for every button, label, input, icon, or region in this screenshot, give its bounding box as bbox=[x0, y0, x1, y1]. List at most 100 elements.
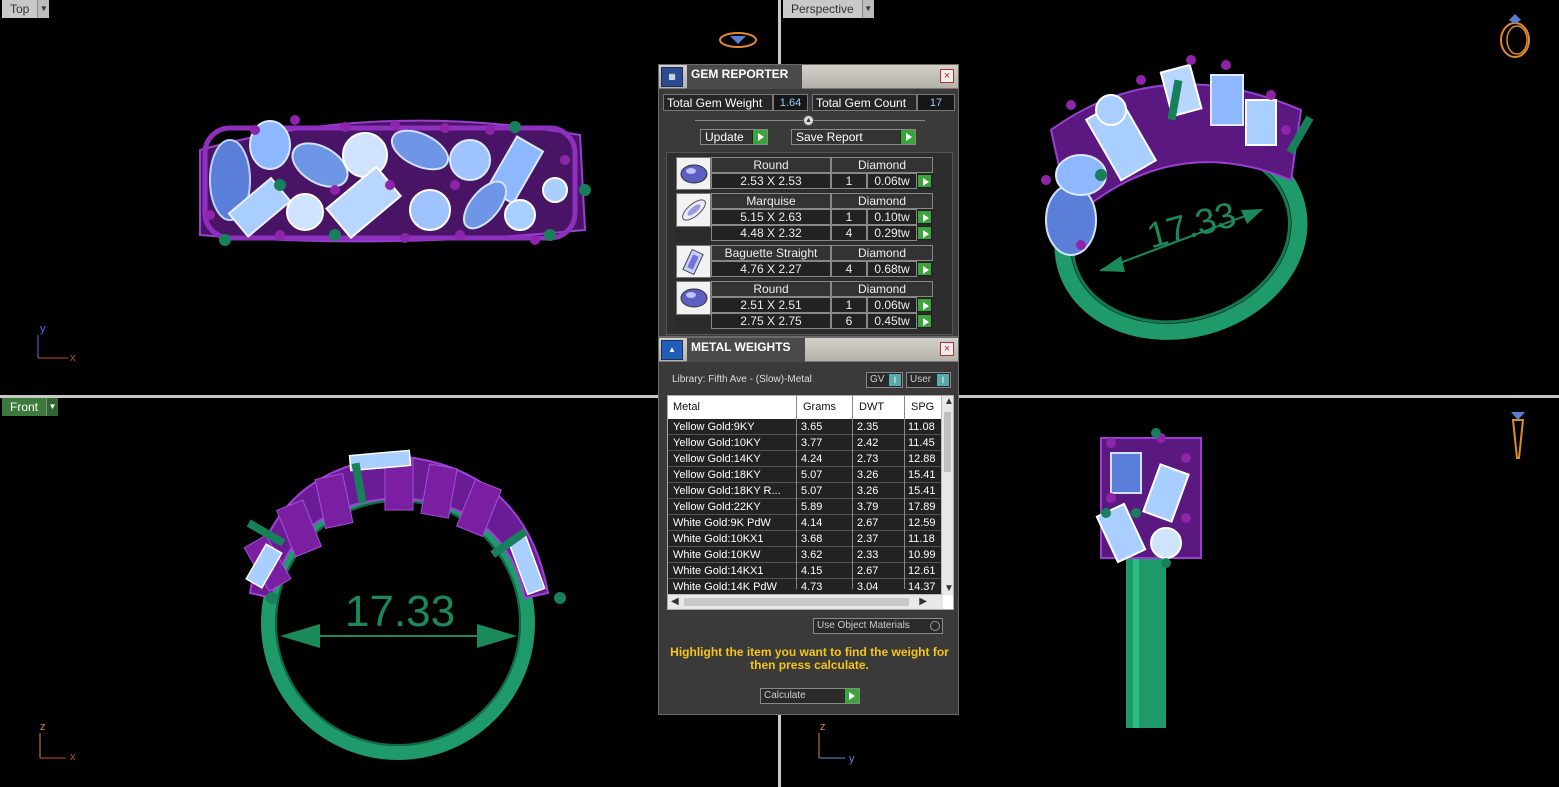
gem-list: Round Diamond 2.53 X 2.53 1 0.06tw Marqu… bbox=[666, 152, 953, 335]
gem-shape: Round bbox=[711, 281, 831, 297]
cell-dwt: 3.26 bbox=[857, 485, 879, 497]
ring-size-dimension: 17.33 bbox=[1143, 193, 1241, 256]
select-gem-arrow-icon[interactable] bbox=[917, 226, 932, 240]
total-gem-weight-label: Total Gem Weight bbox=[663, 94, 773, 111]
scroll-right-icon[interactable]: ▶ bbox=[919, 596, 927, 607]
gem-group-baguette-straight[interactable]: Baguette Straight Diamond 4.76 X 2.27 4 … bbox=[676, 245, 934, 278]
axis-label: x bbox=[70, 751, 76, 763]
cell-grams: 4.24 bbox=[801, 453, 823, 465]
vertical-scrollbar[interactable]: ▲ ▼ bbox=[941, 396, 953, 595]
cell-spg: 12.59 bbox=[908, 517, 936, 529]
close-icon[interactable]: × bbox=[940, 342, 954, 356]
update-button[interactable]: Update bbox=[700, 129, 768, 145]
cell-grams: 5.07 bbox=[801, 485, 823, 497]
cell-grams: 3.65 bbox=[801, 421, 823, 433]
baguette-gem-icon bbox=[676, 245, 711, 278]
library-label: Library: Fifth Ave - (Slow)-Metal bbox=[672, 374, 812, 385]
horizontal-scrollbar[interactable]: ◀ ▶ bbox=[668, 594, 943, 609]
table-row[interactable]: Yellow Gold:18KY 5.07 3.26 15.41 bbox=[668, 467, 943, 483]
toggle-indicator-icon: I bbox=[889, 374, 901, 386]
table-row[interactable]: White Gold:9K PdW 4.14 2.67 12.59 bbox=[668, 515, 943, 531]
use-object-materials-label: Use Object Materials bbox=[817, 620, 910, 631]
cell-dwt: 2.37 bbox=[857, 533, 879, 545]
table-row[interactable]: White Gold:14KX1 4.15 2.67 12.61 bbox=[668, 563, 943, 579]
table-row[interactable]: Yellow Gold:10KY 3.77 2.42 11.45 bbox=[668, 435, 943, 451]
table-row[interactable]: Yellow Gold:22KY 5.89 3.79 17.89 bbox=[668, 499, 943, 515]
close-icon[interactable]: × bbox=[940, 69, 954, 83]
cell-metal: Yellow Gold:18KY bbox=[673, 469, 761, 481]
cell-dwt: 3.79 bbox=[857, 501, 879, 513]
play-arrow-icon bbox=[900, 130, 915, 144]
cell-spg: 12.61 bbox=[908, 565, 936, 577]
metal-weights-panel: ▲ METAL WEIGHTS × Library: Fifth Ave - (… bbox=[658, 337, 959, 715]
table-row[interactable]: Yellow Gold:18KY R... 5.07 3.26 15.41 bbox=[668, 483, 943, 499]
cell-grams: 3.77 bbox=[801, 437, 823, 449]
axis-label: y bbox=[849, 753, 855, 765]
gem-group-round[interactable]: Round Diamond 2.53 X 2.53 1 0.06tw bbox=[676, 157, 934, 190]
calculate-button[interactable]: Calculate bbox=[760, 688, 860, 704]
gem-size: 2.51 X 2.51 bbox=[711, 297, 831, 313]
cell-spg: 14.37 bbox=[908, 581, 936, 593]
column-header-grams[interactable]: Grams bbox=[803, 401, 836, 413]
scroll-left-icon[interactable]: ◀ bbox=[671, 596, 679, 607]
cell-spg: 15.41 bbox=[908, 469, 936, 481]
play-arrow-icon bbox=[845, 689, 859, 703]
metal-weights-titlebar[interactable]: ▲ METAL WEIGHTS × bbox=[659, 338, 958, 362]
cell-grams: 4.14 bbox=[801, 517, 823, 529]
gem-group-marquise[interactable]: Marquise Diamond 5.15 X 2.63 1 0.10tw 4.… bbox=[676, 193, 934, 242]
collapse-toggle-icon[interactable]: ▲ bbox=[803, 115, 814, 126]
cell-metal: White Gold:14KX1 bbox=[673, 565, 764, 577]
user-toggle-label: User bbox=[910, 374, 932, 385]
gem-size: 4.48 X 2.32 bbox=[711, 225, 831, 241]
select-gem-arrow-icon[interactable] bbox=[917, 314, 932, 328]
table-row[interactable]: White Gold:10KX1 3.68 2.37 11.18 bbox=[668, 531, 943, 547]
total-gem-count-label: Total Gem Count bbox=[812, 94, 917, 111]
cell-dwt: 3.26 bbox=[857, 469, 879, 481]
column-header-dwt[interactable]: DWT bbox=[859, 401, 884, 413]
table-row[interactable]: Yellow Gold:14KY 4.24 2.73 12.88 bbox=[668, 451, 943, 467]
scroll-down-icon[interactable]: ▼ bbox=[944, 583, 953, 594]
scrollbar-thumb[interactable] bbox=[944, 412, 951, 472]
gem-shape: Marquise bbox=[711, 193, 831, 209]
instruction-text: Highlight the item you want to find the … bbox=[670, 645, 949, 672]
select-gem-arrow-icon[interactable] bbox=[917, 210, 932, 224]
table-row[interactable]: Yellow Gold:9KY 3.65 2.35 11.08 bbox=[668, 419, 943, 435]
cell-spg: 12.88 bbox=[908, 453, 936, 465]
cell-metal: Yellow Gold:18KY R... bbox=[673, 485, 781, 497]
gem-weight: 0.10tw bbox=[867, 209, 917, 225]
gem-count: 1 bbox=[831, 173, 867, 189]
gv-toggle[interactable]: GV I bbox=[866, 372, 903, 388]
table-row[interactable]: White Gold:10KW 3.62 2.33 10.99 bbox=[668, 547, 943, 563]
select-gem-arrow-icon[interactable] bbox=[917, 262, 932, 276]
save-report-button[interactable]: Save Report bbox=[791, 129, 916, 145]
cell-metal: Yellow Gold:10KY bbox=[673, 437, 761, 449]
scrollbar-thumb[interactable] bbox=[684, 598, 909, 606]
cell-dwt: 2.33 bbox=[857, 549, 879, 561]
cell-spg: 17.89 bbox=[908, 501, 936, 513]
toggle-indicator-icon: I bbox=[937, 374, 949, 386]
gem-group-round[interactable]: Round Diamond 2.51 X 2.51 1 0.06tw 2.75 … bbox=[676, 281, 934, 330]
metal-weights-table[interactable]: Metal Grams DWT SPG Yellow Gold:9KY 3.65 2… bbox=[667, 395, 954, 610]
calculate-button-label: Calculate bbox=[764, 690, 806, 701]
gem-count: 4 bbox=[831, 225, 867, 241]
scroll-up-icon[interactable]: ▲ bbox=[944, 396, 953, 407]
select-gem-arrow-icon[interactable] bbox=[917, 298, 932, 312]
gem-reporter-titlebar[interactable]: ▦ GEM REPORTER × bbox=[659, 65, 958, 89]
cell-metal: Yellow Gold:22KY bbox=[673, 501, 761, 513]
cell-grams: 3.62 bbox=[801, 549, 823, 561]
user-toggle[interactable]: User I bbox=[906, 372, 951, 388]
gem-count: 1 bbox=[831, 209, 867, 225]
column-header-spg[interactable]: SPG bbox=[911, 401, 934, 413]
use-object-materials-checkbox[interactable]: Use Object Materials bbox=[813, 618, 943, 634]
select-gem-arrow-icon[interactable] bbox=[917, 174, 932, 188]
cell-dwt: 3.04 bbox=[857, 581, 879, 593]
column-header-metal[interactable]: Metal bbox=[673, 401, 700, 413]
table-row[interactable]: White Gold:14K PdW 4.73 3.04 14.37 bbox=[668, 579, 943, 595]
gem-weight: 0.06tw bbox=[867, 173, 917, 189]
cell-spg: 11.08 bbox=[908, 421, 935, 433]
cell-grams: 3.68 bbox=[801, 533, 823, 545]
cell-spg: 11.45 bbox=[908, 437, 935, 449]
gem-material: Diamond bbox=[831, 245, 933, 261]
marquise-gem-icon bbox=[676, 193, 711, 227]
axis-label: z bbox=[820, 721, 826, 733]
